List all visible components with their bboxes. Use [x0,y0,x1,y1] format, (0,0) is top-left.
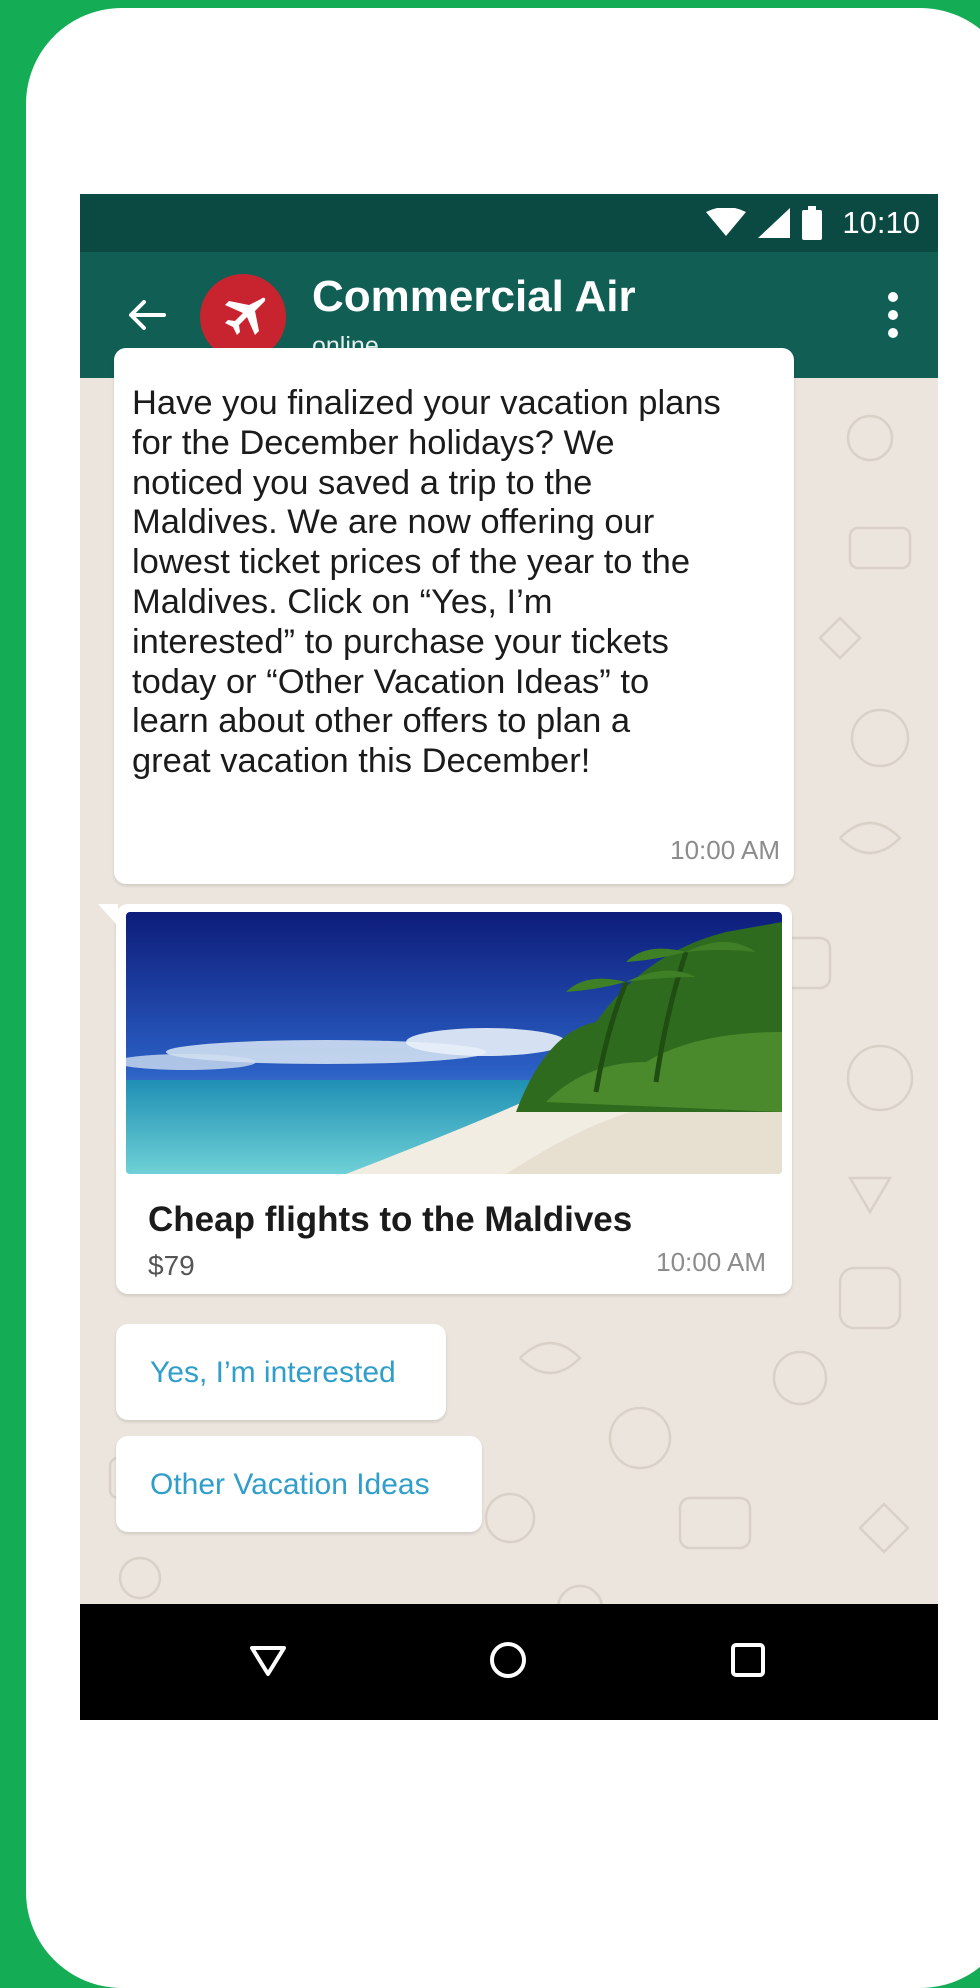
status-icons: 10:10 [706,204,920,242]
offer-card[interactable]: Cheap flights to the Maldives $79 10:00 … [98,904,792,1294]
quick-reply-label: Other Vacation Ideas [150,1468,430,1501]
message-line: Maldives. We are now offering our [132,503,655,542]
battery-icon [802,206,823,240]
arrow-left-icon[interactable] [124,292,170,338]
beach-illustration [126,912,782,1174]
status-time: 10:10 [842,205,920,240]
nav-recents-icon[interactable] [730,1642,766,1678]
airplane-icon [225,297,266,335]
chat-area[interactable]: Have you finalized your vacation plans f… [80,348,938,1720]
quick-reply-yes-interested[interactable]: Yes, I’m interested [116,1324,446,1420]
message-line: for the December holidays? We [132,423,615,462]
message-timestamp: 10:00 AM [670,835,780,865]
message-line: noticed you saved a trip to the [132,463,593,502]
message-line: learn about other offers to plan a [132,702,631,741]
card-price: $79 [148,1250,195,1281]
message-bubble: Have you finalized your vacation plans f… [114,348,794,884]
message-text: Have you finalized your vacation plans f… [132,384,792,782]
message-line: today or “Other Vacation Ideas” to [132,662,650,701]
message-line: interested” to purchase your tickets [132,622,669,661]
nav-back-icon[interactable] [248,1640,288,1680]
nav-home-icon[interactable] [488,1640,528,1680]
message-line: Maldives. Click on “Yes, I’m [132,582,553,621]
contact-name[interactable]: Commercial Air [312,272,636,322]
wifi-icon [706,208,747,236]
maldives-beach-image[interactable] [126,912,782,1174]
card-timestamp: 10:00 AM [656,1247,766,1277]
android-navigation-bar [80,1604,938,1720]
more-vertical-icon[interactable] [886,290,900,340]
message-line: great vacation this December! [132,742,591,781]
message-line: lowest ticket prices of the year to the [132,543,691,582]
signal-icon [758,208,791,238]
quick-reply-label: Yes, I’m interested [150,1356,396,1389]
phone-screen: 10:10 Commercial Air online Have you fin… [80,194,938,1720]
status-bar: 10:10 [80,194,938,252]
bubble-tail [98,904,118,926]
card-title[interactable]: Cheap flights to the Maldives [148,1200,632,1240]
quick-reply-other-vacation-ideas[interactable]: Other Vacation Ideas [116,1436,482,1532]
message-line: Have you finalized your vacation plans [132,384,721,422]
